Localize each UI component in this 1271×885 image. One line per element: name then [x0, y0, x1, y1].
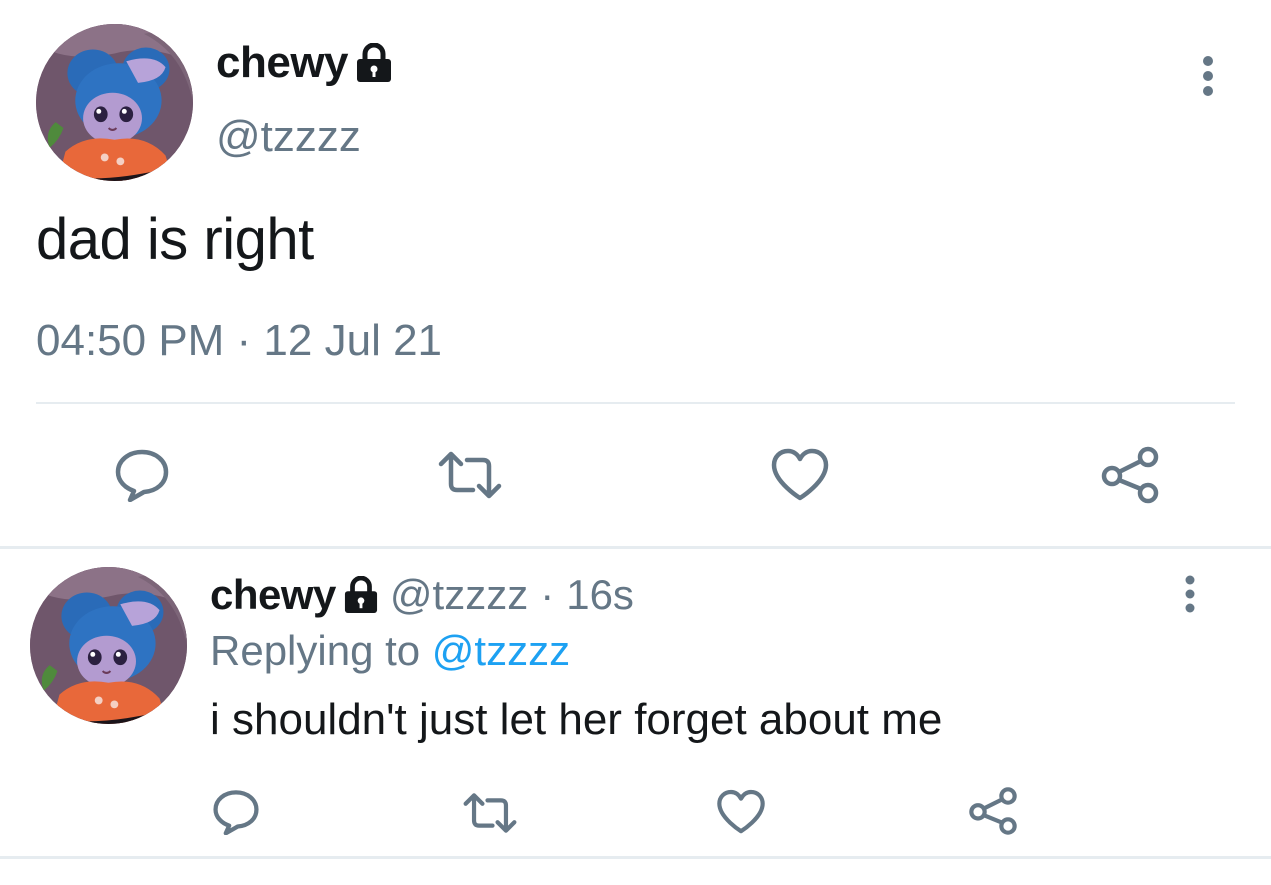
retweet-icon[interactable] [462, 792, 518, 834]
mention-link[interactable]: @tzzzz [432, 627, 570, 674]
tweet-thread: chewy @tzzzz dad is right 04:50 PM · 12 … [0, 0, 1271, 885]
timestamp[interactable]: 04:50 PM · 12 Jul 21 [36, 316, 442, 366]
replying-prefix: Replying to [210, 627, 421, 674]
more-options-icon[interactable] [1178, 575, 1202, 613]
reply-icon[interactable] [212, 789, 260, 835]
avatar[interactable] [30, 567, 187, 724]
divider [36, 402, 1235, 404]
reply-tweet[interactable]: chewy @tzzzz · 16s Replying to @tzzzz i … [0, 549, 1271, 859]
separator: · [540, 571, 555, 618]
lock-icon [344, 575, 378, 614]
handle[interactable]: @tzzzz [390, 571, 528, 619]
more-options-icon[interactable] [1196, 56, 1220, 96]
avatar-plush-image [30, 567, 187, 724]
display-name-text: chewy [216, 38, 349, 87]
display-name[interactable]: chewy [216, 38, 392, 88]
reply-header: chewy @tzzzz · 16s [210, 571, 634, 619]
tweet-text: i shouldn't just let her forget about me [210, 695, 943, 744]
tweet-text: dad is right [36, 207, 314, 272]
avatar-plush-image [36, 24, 193, 181]
share-icon[interactable] [1100, 446, 1160, 504]
reply-icon[interactable] [114, 448, 170, 502]
replying-to: Replying to @tzzzz [210, 627, 570, 675]
handle[interactable]: @tzzzz [216, 112, 361, 162]
retweet-icon[interactable] [437, 450, 503, 500]
like-icon[interactable] [770, 448, 830, 502]
divider [0, 856, 1271, 859]
like-icon[interactable] [716, 789, 766, 835]
relative-time[interactable]: 16s [566, 571, 634, 619]
avatar[interactable] [36, 24, 193, 181]
lock-icon [356, 42, 392, 83]
main-tweet: chewy @tzzzz dad is right 04:50 PM · 12 … [0, 0, 1271, 548]
share-icon[interactable] [968, 786, 1018, 836]
display-name[interactable]: chewy [210, 571, 336, 619]
